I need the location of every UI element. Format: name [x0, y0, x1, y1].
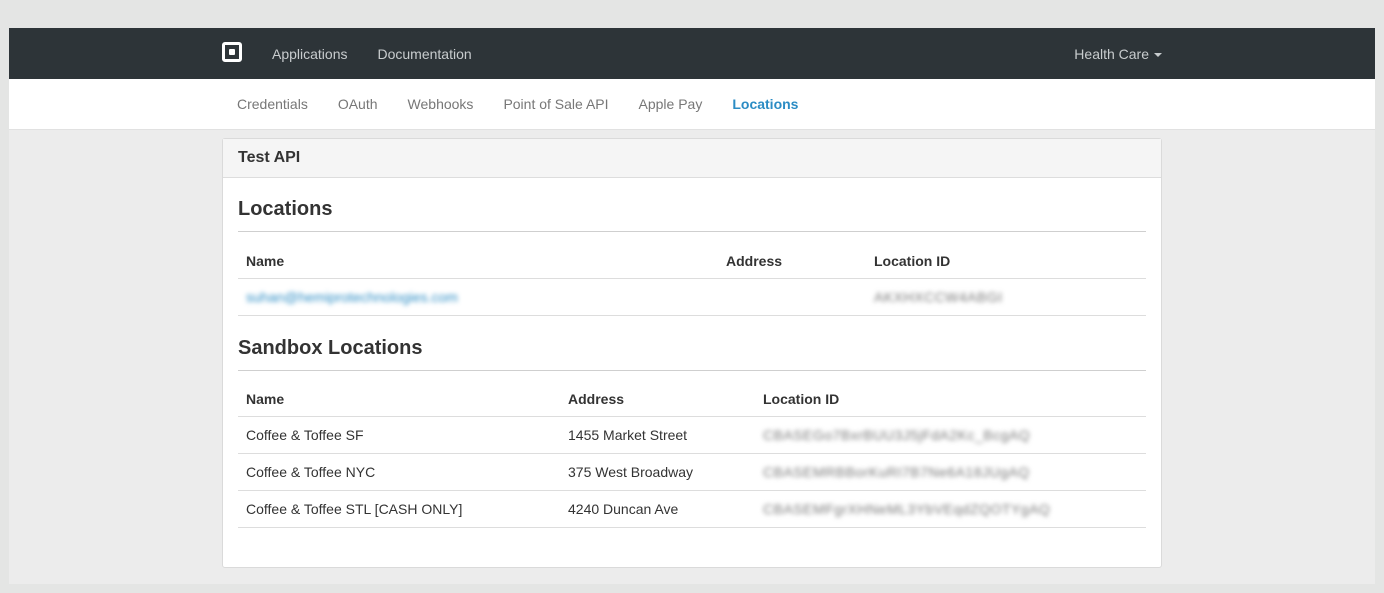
panel-body: Locations Name Address Location ID suhan… — [223, 197, 1161, 528]
account-dropdown[interactable]: Health Care — [1074, 28, 1162, 79]
locations-table: Name Address Location ID suhan@hemiprote… — [238, 232, 1146, 316]
panel-title: Test API — [223, 139, 1161, 178]
app-panel: Test API Locations Name Address Location… — [222, 138, 1162, 568]
tab-locations[interactable]: Locations — [732, 96, 798, 112]
location-name-cell: suhan@hemiprotechnologies.com — [238, 278, 718, 316]
column-header-location-id: Location ID — [755, 370, 1146, 417]
app-frame: Applications Documentation Health Care C… — [9, 28, 1375, 584]
sandbox-location-id: CBASEGo7BxrBUU3J5jFdA2Kc_BcgAQ — [763, 427, 1031, 443]
sandbox-address-cell: 1455 Market Street — [560, 416, 755, 454]
locations-heading: Locations — [238, 198, 333, 220]
table-row: Coffee & Toffee SF 1455 Market Street CB… — [238, 416, 1146, 454]
column-header-address: Address — [718, 232, 866, 279]
location-address-cell — [718, 278, 866, 316]
column-header-name: Name — [238, 232, 718, 279]
sandbox-name-cell: Coffee & Toffee STL [CASH ONLY] — [238, 490, 560, 528]
sandbox-id-cell: CBASEMRBBorKuRI7B7Ne6A18JUgAQ — [755, 453, 1146, 491]
account-name: Health Care — [1074, 45, 1149, 62]
column-header-name: Name — [238, 370, 560, 417]
tab-webhooks[interactable]: Webhooks — [408, 96, 474, 112]
sandbox-address-cell: 375 West Broadway — [560, 453, 755, 491]
tab-point-of-sale-api[interactable]: Point of Sale API — [503, 96, 608, 112]
table-row: Coffee & Toffee NYC 375 West Broadway CB… — [238, 453, 1146, 491]
sandbox-id-cell: CBASEGo7BxrBUU3J5jFdA2Kc_BcgAQ — [755, 416, 1146, 454]
top-nav: Applications Documentation — [272, 28, 502, 79]
location-name-link[interactable]: suhan@hemiprotechnologies.com — [246, 289, 458, 305]
top-navbar: Applications Documentation Health Care — [9, 28, 1375, 79]
nav-documentation[interactable]: Documentation — [378, 46, 472, 62]
table-row: suhan@hemiprotechnologies.com AKXHXCCW4A… — [238, 278, 1146, 316]
caret-down-icon — [1154, 52, 1162, 57]
location-id-cell: AKXHXCCW4ABGI — [866, 278, 1146, 316]
column-header-address: Address — [560, 370, 755, 417]
sandbox-locations-heading: Sandbox Locations — [238, 336, 423, 359]
sandbox-address-cell: 4240 Duncan Ave — [560, 490, 755, 528]
sandbox-name-cell: Coffee & Toffee SF — [238, 416, 560, 454]
tab-oauth[interactable]: OAuth — [338, 96, 378, 112]
sandbox-locations-table: Name Address Location ID Coffee & Toffee… — [238, 370, 1146, 528]
sandbox-location-id: CBASEMFgrXHNeML3YbVEqdZQOTYgAQ — [763, 501, 1051, 517]
sandbox-id-cell: CBASEMFgrXHNeML3YbVEqdZQOTYgAQ — [755, 490, 1146, 528]
column-header-location-id: Location ID — [866, 232, 1146, 279]
table-row: Coffee & Toffee STL [CASH ONLY] 4240 Dun… — [238, 490, 1146, 528]
sandbox-name-cell: Coffee & Toffee NYC — [238, 453, 560, 491]
location-id: AKXHXCCW4ABGI — [874, 288, 1003, 305]
sandbox-location-id: CBASEMRBBorKuRI7B7Ne6A18JUgAQ — [763, 464, 1030, 480]
square-logo-icon[interactable] — [222, 42, 242, 62]
nav-applications[interactable]: Applications — [272, 46, 348, 62]
sub-nav: Credentials OAuth Webhooks Point of Sale… — [9, 79, 1375, 130]
tab-credentials[interactable]: Credentials — [237, 96, 308, 112]
tab-apple-pay[interactable]: Apple Pay — [639, 96, 703, 112]
